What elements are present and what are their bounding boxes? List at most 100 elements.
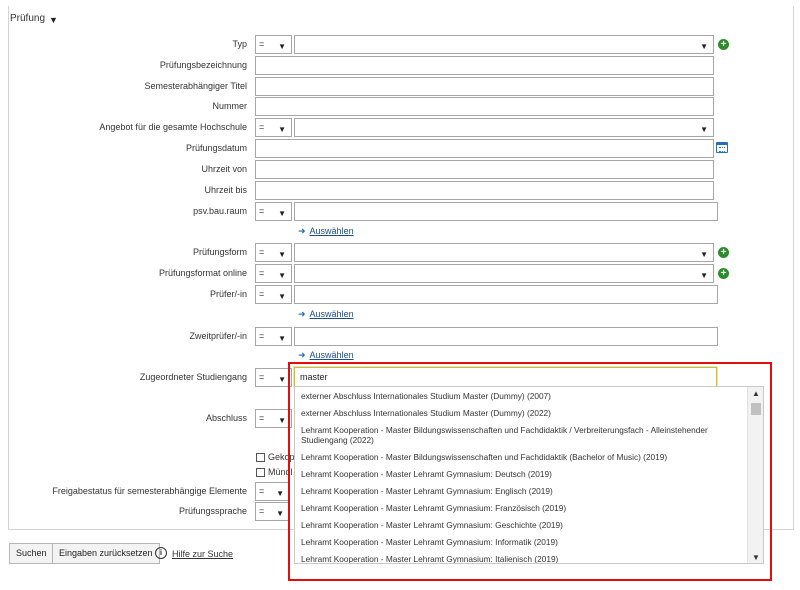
help-link[interactable]: Hilfe zur Suche xyxy=(172,549,233,559)
pruefungsbezeichnung-label: Prüfungsbezeichnung xyxy=(159,60,247,70)
info-icon: i xyxy=(155,547,167,559)
datum-label: Prüfungsdatum xyxy=(185,143,247,153)
raum-auswaehlen-label: Auswählen xyxy=(309,226,354,236)
chevron-down-icon: ▼ xyxy=(278,292,286,301)
chevron-down-icon: ▼ xyxy=(278,375,286,384)
suggestions-list: externer Abschluss Internationales Studi… xyxy=(295,387,747,563)
pruefer-label: Prüfer/-in xyxy=(209,289,247,299)
format-online-operator-value: = xyxy=(259,268,265,278)
chevron-down-icon: ▼ xyxy=(278,334,286,343)
suggestion-item[interactable]: Lehramt Kooperation - Master Lehramt Gym… xyxy=(295,533,747,550)
chevron-down-icon: ▼ xyxy=(278,416,286,425)
studiengang-search-value: master xyxy=(300,372,328,382)
typ-add-icon[interactable]: + xyxy=(718,39,729,50)
muendlich-checkbox[interactable] xyxy=(256,467,265,477)
raum-operator-select[interactable]: = ▼ xyxy=(255,202,292,221)
reset-button[interactable]: Eingaben zurücksetzen xyxy=(52,543,160,564)
uhrzeit-bis-label: Uhrzeit bis xyxy=(204,185,247,195)
chevron-down-icon: ▼ xyxy=(276,489,284,498)
zweitpruefer-input[interactable] xyxy=(294,327,718,346)
zweitpruefer-operator-value: = xyxy=(259,331,265,341)
suggestion-item[interactable]: Lehramt Kooperation - Master Lehramt Gym… xyxy=(295,516,747,533)
arrow-right-icon: ➜ xyxy=(298,309,306,319)
abschluss-operator-select[interactable]: = ▼ xyxy=(255,409,292,428)
zweitpruefer-operator-select[interactable]: = ▼ xyxy=(255,327,292,346)
suggestion-item[interactable]: Lehramt Kooperation - Master Lehramt Gym… xyxy=(295,465,747,482)
freigabe-label: Freigabestatus für semesterabhängige Ele… xyxy=(52,486,247,496)
zweitpruefer-auswaehlen-link[interactable]: ➜ Auswählen xyxy=(298,350,354,361)
studiengang-search-input[interactable]: master xyxy=(294,367,717,387)
semestertitel-input[interactable] xyxy=(255,77,714,96)
pruefer-auswaehlen-link[interactable]: ➜ Auswählen xyxy=(298,309,354,320)
typ-select[interactable]: ▼ xyxy=(294,35,714,54)
raum-input[interactable] xyxy=(294,202,718,221)
uhrzeit-von-input[interactable] xyxy=(255,160,714,179)
nummer-input[interactable] xyxy=(255,97,714,116)
format-online-label: Prüfungsformat online xyxy=(158,268,247,278)
muendlich-checkbox-row[interactable]: Mündl xyxy=(256,467,293,477)
datum-input[interactable] xyxy=(255,139,714,158)
arrow-right-icon: ➜ xyxy=(298,226,306,236)
sprache-operator-select[interactable]: = ▼ xyxy=(255,502,290,521)
angebot-select[interactable]: ▼ xyxy=(294,118,714,137)
chevron-down-icon: ▼ xyxy=(700,271,708,280)
pruefer-auswaehlen-label: Auswählen xyxy=(309,309,354,319)
suggestion-item[interactable]: Lehramt Kooperation - Master Bildungswis… xyxy=(295,421,747,448)
chevron-down-icon: ▼ xyxy=(278,271,286,280)
form-label: Prüfungsform xyxy=(192,247,247,257)
suggestion-item[interactable]: externer Abschluss Internationales Studi… xyxy=(295,387,747,404)
form-add-icon[interactable]: + xyxy=(718,247,729,258)
format-online-add-icon[interactable]: + xyxy=(718,268,729,279)
chevron-down-icon: ▼ xyxy=(276,509,284,518)
abschluss-operator-value: = xyxy=(259,413,265,423)
calendar-icon[interactable] xyxy=(716,142,728,153)
section-title: Prüfung xyxy=(10,13,46,24)
chevron-down-icon: ▼ xyxy=(49,14,58,25)
freigabe-operator-value: = xyxy=(259,486,265,496)
typ-operator-select[interactable]: = ▼ xyxy=(255,35,292,54)
studiengang-label: Zugeordneter Studiengang xyxy=(139,372,247,382)
studiengang-suggestions-dropdown[interactable]: externer Abschluss Internationales Studi… xyxy=(294,386,764,564)
suggestion-item[interactable]: Lehramt Kooperation - Master Lehramt Gym… xyxy=(295,499,747,516)
freigabe-operator-select[interactable]: = ▼ xyxy=(255,482,290,501)
chevron-down-icon[interactable]: ▼ xyxy=(748,553,763,562)
gekoppelt-checkbox-row[interactable]: Gekop xyxy=(256,452,295,462)
suggestion-item[interactable]: Lehramt Kooperation - Master Lehramt Gym… xyxy=(295,482,747,499)
angebot-operator-select[interactable]: = ▼ xyxy=(255,118,292,137)
dropdown-scrollbar[interactable]: ▲ ▼ xyxy=(747,387,763,563)
chevron-up-icon[interactable]: ▲ xyxy=(748,389,763,398)
raum-operator-value: = xyxy=(259,206,265,216)
abschluss-label: Abschluss xyxy=(205,413,247,423)
chevron-down-icon: ▼ xyxy=(278,125,286,134)
chevron-down-icon: ▼ xyxy=(700,250,708,259)
semestertitel-label: Semesterabhängiger Titel xyxy=(144,81,247,91)
search-button[interactable]: Suchen xyxy=(9,543,54,564)
pruefer-operator-value: = xyxy=(259,289,265,299)
pruefer-operator-select[interactable]: = ▼ xyxy=(255,285,292,304)
pruefer-input[interactable] xyxy=(294,285,718,304)
scrollbar-thumb[interactable] xyxy=(751,403,761,415)
zweitpruefer-auswaehlen-label: Auswählen xyxy=(309,350,354,360)
angebot-label: Angebot für die gesamte Hochschule xyxy=(99,122,247,132)
gekoppelt-checkbox[interactable] xyxy=(256,452,265,462)
raum-auswaehlen-link[interactable]: ➜ Auswählen xyxy=(298,226,354,237)
chevron-down-icon: ▼ xyxy=(700,42,708,51)
suggestion-item[interactable]: Lehramt Kooperation - Master Bildungswis… xyxy=(295,448,747,465)
suggestion-item[interactable]: externer Abschluss Internationales Studi… xyxy=(295,404,747,421)
suggestion-item[interactable]: Lehramt Kooperation - Master Lehramt Gym… xyxy=(295,550,747,563)
uhrzeit-bis-input[interactable] xyxy=(255,181,714,200)
section-header[interactable]: Prüfung ▼ xyxy=(10,13,58,25)
form-operator-value: = xyxy=(259,247,265,257)
pruefungsbezeichnung-input[interactable] xyxy=(255,56,714,75)
chevron-down-icon: ▼ xyxy=(278,42,286,51)
angebot-operator-value: = xyxy=(259,122,265,132)
form-operator-select[interactable]: = ▼ xyxy=(255,243,292,262)
studiengang-operator-select[interactable]: = ▼ xyxy=(255,368,292,387)
format-online-operator-select[interactable]: = ▼ xyxy=(255,264,292,283)
typ-label: Typ xyxy=(232,39,247,49)
chevron-down-icon: ▼ xyxy=(278,209,286,218)
chevron-down-icon: ▼ xyxy=(700,125,708,134)
format-online-select[interactable]: ▼ xyxy=(294,264,714,283)
chevron-down-icon: ▼ xyxy=(278,250,286,259)
form-select[interactable]: ▼ xyxy=(294,243,714,262)
